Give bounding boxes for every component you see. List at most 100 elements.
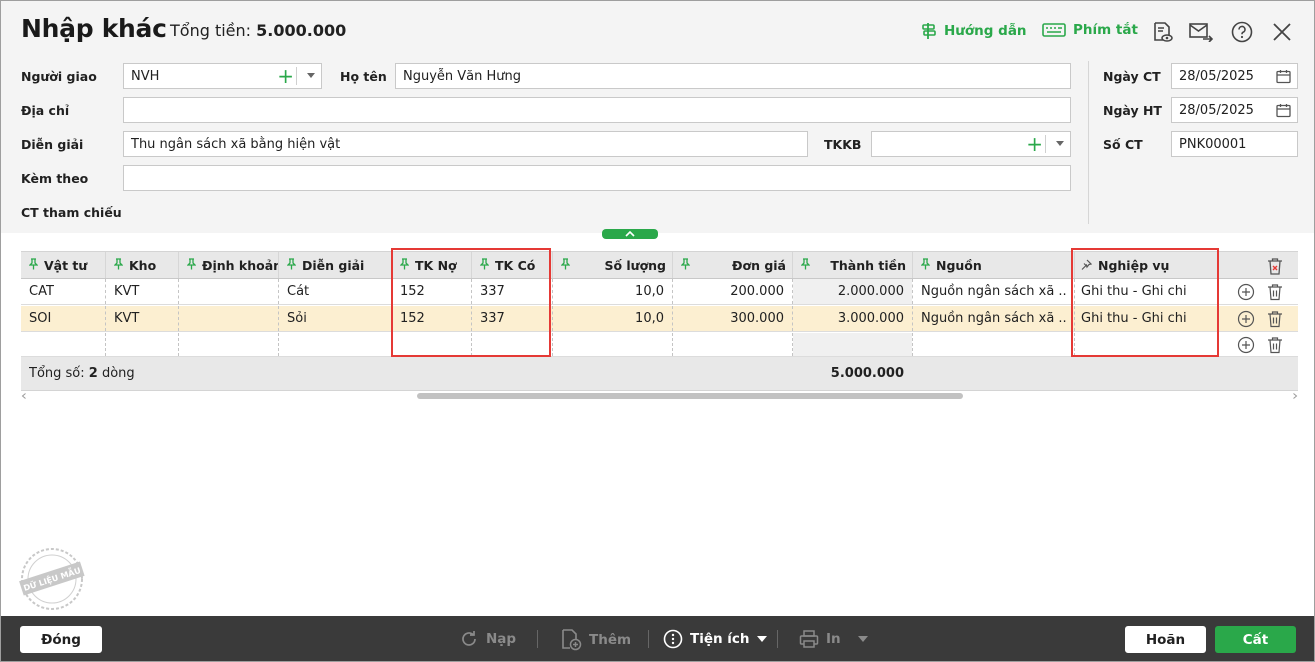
- so-ct-field[interactable]: PNK00001: [1171, 131, 1298, 157]
- ho-ten-value: Nguyễn Văn Hưng: [403, 68, 522, 84]
- col-divider: [552, 252, 553, 278]
- pin-icon[interactable]: [801, 257, 811, 273]
- cell-dinh-khoan[interactable]: [187, 306, 278, 331]
- help-button[interactable]: [1229, 19, 1255, 45]
- trash-icon[interactable]: [1266, 310, 1284, 328]
- ngay-ct-field[interactable]: 28/05/2025: [1171, 63, 1298, 89]
- cell-nguon[interactable]: Nguồn ngân sách xã ...: [921, 279, 1066, 304]
- pin-icon[interactable]: [561, 257, 571, 273]
- ho-ten-field[interactable]: Nguyễn Văn Hưng: [395, 63, 1071, 89]
- chevron-down-icon[interactable]: [307, 73, 315, 78]
- utility-menu[interactable]: Tiện ích: [663, 629, 767, 649]
- cancel-button[interactable]: Hoãn: [1125, 626, 1206, 653]
- add-button[interactable]: Thêm: [560, 629, 631, 651]
- col-don-gia[interactable]: Đơn giá: [681, 252, 786, 278]
- divider: [296, 67, 297, 85]
- calendar-icon[interactable]: [1276, 69, 1291, 84]
- print-label: In: [826, 631, 841, 647]
- dien-giai-field[interactable]: Thu ngân sách xã bằng hiện vật: [123, 131, 808, 157]
- highlight-box-nghiep-vu: [1071, 248, 1219, 357]
- cell-divider: [912, 279, 913, 304]
- total-label: Tổng tiền:: [170, 21, 252, 40]
- dia-chi-label: Địa chỉ: [21, 103, 70, 118]
- cell-dien-giai[interactable]: Cát: [287, 279, 391, 304]
- cell-so-luong[interactable]: 10,0: [561, 306, 664, 331]
- close-voucher-button[interactable]: Đóng: [20, 626, 102, 653]
- cell-thanh-tien: 2.000.000: [793, 279, 912, 304]
- cell-nguon[interactable]: Nguồn ngân sách xã ...: [921, 306, 1066, 331]
- shortcut-link[interactable]: Phím tắt: [1042, 22, 1138, 38]
- cell-don-gia[interactable]: 300.000: [681, 306, 784, 331]
- add-row-icon[interactable]: [1237, 310, 1255, 328]
- col-thanh-tien[interactable]: Thành tiền: [801, 252, 906, 278]
- pin-icon[interactable]: [187, 257, 197, 273]
- cell-dien-giai[interactable]: Sỏi: [287, 306, 391, 331]
- delete-all-icon[interactable]: [1267, 258, 1283, 275]
- col-divider: [672, 252, 673, 278]
- summary-count: Tổng số: 2 dòng: [29, 357, 329, 390]
- pin-icon[interactable]: [921, 257, 931, 273]
- reload-button[interactable]: Nạp: [459, 629, 516, 649]
- pin-icon[interactable]: [681, 257, 691, 273]
- horizontal-scrollbar[interactable]: [21, 392, 1298, 400]
- cell-don-gia[interactable]: 200.000: [681, 279, 784, 304]
- pin-icon[interactable]: [114, 257, 124, 273]
- col-label: Vật tư: [44, 257, 88, 273]
- ngay-ct-label: Ngày CT: [1103, 69, 1161, 84]
- add-row-icon[interactable]: [1237, 336, 1255, 354]
- col-label: Số lượng: [604, 257, 666, 273]
- pin-icon[interactable]: [29, 257, 39, 273]
- keyboard-icon: [1042, 23, 1066, 37]
- scrollbar-thumb[interactable]: [417, 393, 963, 399]
- tkkb-field[interactable]: +: [871, 131, 1071, 157]
- col-nguon[interactable]: Nguồn: [921, 252, 1071, 278]
- collapse-header-button[interactable]: [602, 229, 658, 239]
- cell-dinh-khoan[interactable]: [187, 279, 278, 304]
- more-options-icon: [663, 629, 683, 649]
- cell-so-luong[interactable]: 10,0: [561, 279, 664, 304]
- col-so-luong[interactable]: Số lượng: [561, 252, 666, 278]
- pin-icon[interactable]: [287, 257, 297, 273]
- sample-data-stamp: DỮ LIỆU MẪU: [19, 548, 85, 610]
- add-icon[interactable]: +: [277, 65, 294, 87]
- cell-vat-tu[interactable]: SOI: [29, 306, 105, 331]
- close-button[interactable]: [1269, 19, 1295, 45]
- print-menu[interactable]: In: [799, 629, 868, 649]
- signpost-icon: [922, 23, 936, 39]
- help-icon: [1231, 21, 1253, 43]
- send-mail-button[interactable]: [1188, 19, 1214, 45]
- trash-icon[interactable]: [1266, 283, 1284, 301]
- cell-thanh-tien: 3.000.000: [837, 311, 904, 326]
- dia-chi-field[interactable]: [123, 97, 1071, 123]
- ngay-ht-field[interactable]: 28/05/2025: [1171, 97, 1298, 123]
- chevron-down-icon[interactable]: [1056, 141, 1064, 146]
- cell-divider: [178, 279, 179, 304]
- total-amount: Tổng tiền: 5.000.000: [170, 21, 346, 40]
- shortcut-label: Phím tắt: [1073, 22, 1138, 38]
- col-label: Thành tiền: [830, 257, 906, 273]
- col-dien-giai[interactable]: Diễn giải: [287, 252, 391, 278]
- cell-vat-tu[interactable]: CAT: [29, 279, 105, 304]
- kem-theo-field[interactable]: [123, 165, 1071, 191]
- guide-link[interactable]: Hướng dẫn: [921, 22, 1027, 40]
- add-icon[interactable]: +: [1026, 133, 1043, 155]
- col-divider: [912, 252, 913, 278]
- col-kho[interactable]: Kho: [114, 252, 178, 278]
- trash-icon[interactable]: [1266, 336, 1284, 354]
- toolbar-divider: [537, 630, 538, 648]
- scroll-right-icon[interactable]: [1292, 393, 1298, 399]
- col-vat-tu[interactable]: Vật tư: [29, 252, 105, 278]
- cell-kho[interactable]: KVT: [114, 279, 178, 304]
- save-button[interactable]: Cất: [1215, 626, 1296, 653]
- scroll-left-icon[interactable]: [21, 393, 27, 399]
- col-label: Đơn giá: [732, 257, 786, 273]
- cell-divider: [278, 306, 279, 331]
- col-divider: [278, 252, 279, 278]
- view-document-button[interactable]: [1149, 19, 1175, 45]
- utility-label: Tiện ích: [690, 631, 750, 647]
- nguoi-giao-field[interactable]: NVH +: [123, 63, 322, 89]
- calendar-icon[interactable]: [1276, 103, 1291, 118]
- add-row-icon[interactable]: [1237, 283, 1255, 301]
- col-dinh-khoan[interactable]: Định khoản: [187, 252, 278, 278]
- cell-kho[interactable]: KVT: [114, 306, 178, 331]
